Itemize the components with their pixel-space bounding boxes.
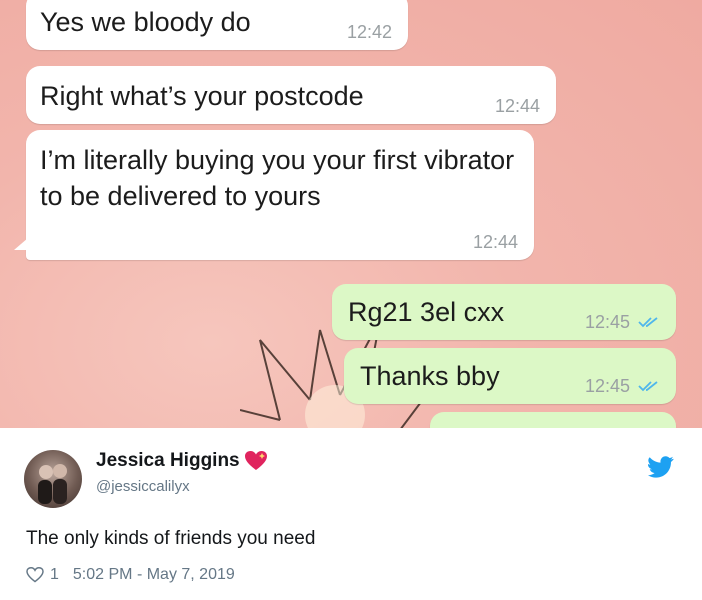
message-bubble[interactable]: Rg21 3el cxx 12:45 [332, 284, 676, 340]
tweet-text: The only kinds of friends you need [26, 528, 316, 549]
display-name[interactable]: Jessica Higgins [96, 450, 240, 472]
message-bubble[interactable]: Thanks bby 12:45 [344, 348, 676, 404]
message-time: 12:44 [494, 96, 540, 116]
message-text: Thanks bby [360, 361, 500, 391]
author-row: Jessica Higgins [96, 450, 268, 472]
tweet-datetime[interactable]: 5:02 PM - May 7, 2019 [73, 566, 235, 584]
avatar[interactable] [24, 450, 82, 508]
message-text: Rg21 3el cxx [348, 297, 505, 327]
like-count: 1 [50, 566, 59, 583]
message-bubble[interactable]: Yes we bloody do 12:42 [26, 0, 408, 50]
tweet-meta: 1 5:02 PM - May 7, 2019 [26, 566, 235, 584]
double-check-icon [638, 381, 658, 392]
message-bubble-cropped [430, 412, 676, 428]
message-bubble[interactable]: Right what’s your postcode 12:44 [26, 66, 556, 124]
user-handle[interactable]: @jessiccalilyx [96, 478, 190, 495]
bubble-tail [14, 238, 28, 250]
twitter-bird-icon[interactable] [648, 456, 674, 478]
message-time: 12:45 [585, 312, 660, 332]
whatsapp-chat-screenshot: Yes we bloody do 12:42 Right what’s your… [0, 0, 702, 428]
avatar-photo-icon [38, 464, 67, 504]
tweet-card[interactable]: Jessica Higgins @jessiccalilyx The only … [0, 428, 702, 600]
message-time: 12:44 [472, 232, 518, 252]
message-time: 12:45 [585, 376, 660, 396]
message-text: Right what’s your postcode [40, 81, 364, 111]
message-bubble[interactable]: I’m literally buying you your first vibr… [14, 130, 534, 260]
message-text: Yes we bloody do [40, 7, 251, 37]
double-check-icon [638, 317, 658, 328]
message-text: I’m literally buying you your first vibr… [40, 145, 515, 211]
message-time: 12:42 [346, 22, 392, 42]
heart-outline-icon[interactable] [26, 567, 44, 583]
sparkling-heart-icon [244, 451, 267, 470]
